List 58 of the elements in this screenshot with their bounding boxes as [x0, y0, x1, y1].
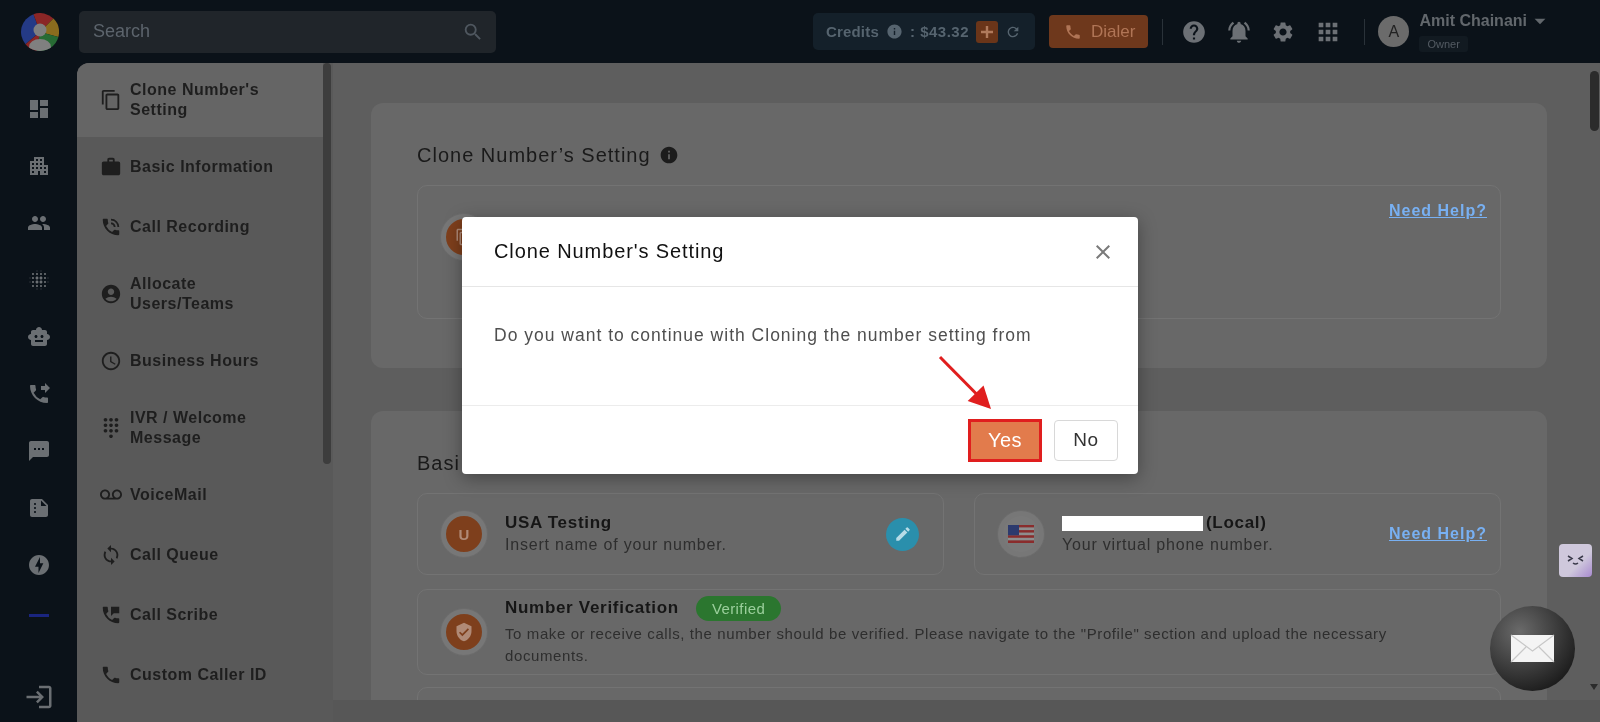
- phone-icon: [100, 216, 122, 238]
- info-icon[interactable]: [886, 23, 903, 40]
- help-link[interactable]: Need Help?: [1389, 202, 1487, 220]
- clock-icon: [100, 350, 122, 372]
- confirm-button[interactable]: Yes: [968, 418, 1042, 462]
- field-description: To make or receive calls, the number should be verified. Please navigate to the "Profile" section and upload the necessary documents.: [505, 624, 1388, 666]
- search-field[interactable]: Search: [79, 10, 496, 53]
- phone-icon: [100, 664, 122, 686]
- nav-item[interactable]: Clone Number's Setting: [77, 63, 323, 137]
- field-hint: Insert name of your number.: [505, 535, 727, 555]
- dialog-message: Do you want to continue with Cloning the number setting from: [494, 324, 1033, 346]
- field-title: USA Testing: [505, 512, 613, 534]
- help-link[interactable]: Need Help?: [1389, 525, 1487, 543]
- bolt-icon[interactable]: [26, 553, 51, 577]
- nav-item[interactable]: Call Queue: [77, 525, 323, 585]
- role-badge: Owner: [1419, 35, 1468, 52]
- credits-label: Credits: [825, 23, 879, 40]
- nav-item[interactable]: Basic Information: [77, 137, 323, 197]
- mail-icon[interactable]: [1490, 606, 1575, 691]
- credits-amount: : $43.32: [910, 23, 970, 40]
- field-title: (Local): [1206, 512, 1267, 534]
- copy-icon: [100, 89, 122, 111]
- phone-message-icon: [100, 604, 122, 626]
- field-title: Number Verification: [505, 597, 679, 619]
- briefcase-icon: [100, 156, 122, 178]
- indicator-line: [28, 614, 49, 617]
- nav-item[interactable]: Call Recording: [77, 197, 323, 257]
- status-badge: Verified: [695, 595, 782, 621]
- flag-icon: [998, 511, 1044, 557]
- squint-face-icon[interactable]: [1559, 544, 1592, 577]
- user-name[interactable]: Amit Chainani: [1419, 11, 1527, 30]
- logo-icon[interactable]: [20, 12, 59, 51]
- help-icon[interactable]: [1181, 18, 1208, 45]
- scrollbar-thumb[interactable]: [323, 63, 331, 464]
- phone-icon: [1064, 22, 1083, 41]
- scrollbar-thumb[interactable]: [1589, 71, 1599, 131]
- nav-item[interactable]: Custom Caller ID: [77, 645, 323, 705]
- shield-check-icon: [441, 609, 487, 655]
- edit-icon[interactable]: [886, 517, 919, 551]
- card-title: Basi: [417, 451, 460, 475]
- pointer-arrow: [937, 354, 994, 412]
- cancel-button[interactable]: No: [1054, 419, 1118, 461]
- scroll-down-icon[interactable]: [1590, 684, 1598, 690]
- info-icon[interactable]: [658, 145, 679, 165]
- nav-item[interactable]: Business Hours: [77, 331, 323, 391]
- plus-icon[interactable]: [976, 20, 999, 43]
- chat-icon[interactable]: [26, 439, 51, 463]
- card-title: Clone Number’s Setting: [417, 143, 651, 167]
- robot-icon[interactable]: [26, 325, 51, 349]
- dialer-button[interactable]: Dialer: [1049, 15, 1149, 48]
- user-avatar[interactable]: A: [1378, 16, 1410, 47]
- field-hint: Your virtual phone number.: [1062, 535, 1274, 555]
- nav-item[interactable]: VoiceMail: [77, 465, 323, 525]
- nav-item[interactable]: Allocate Users/Teams: [77, 257, 323, 331]
- nav-item[interactable]: Call Scribe: [77, 585, 323, 645]
- nav-item[interactable]: IVR / Welcome Message: [77, 391, 323, 465]
- dialog-title: Clone Number's Setting: [494, 240, 725, 263]
- initial-avatar: U: [441, 511, 487, 557]
